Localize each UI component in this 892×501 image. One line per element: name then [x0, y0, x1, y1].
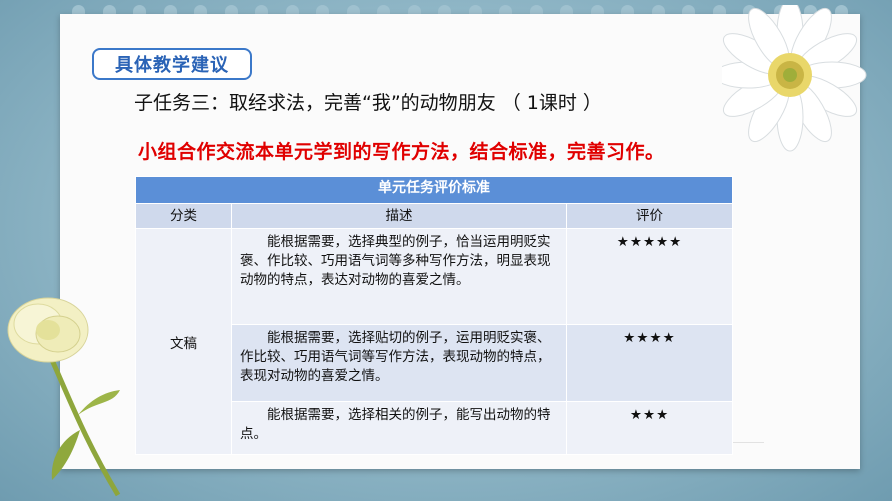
rating-stars: ★★★	[565, 401, 734, 455]
daisy-flower-icon	[722, 5, 867, 152]
category-cell: 文稿	[135, 228, 232, 455]
column-header-rating: 评价	[565, 203, 734, 229]
table-header-row: 分类 描述 评价	[135, 203, 734, 229]
table-title: 单元任务评价标准	[134, 176, 734, 204]
subtask-title: 子任务三：取经求法，完善“我”的动物朋友 （ 1课时 ）	[134, 92, 602, 114]
rating-stars: ★★★★★	[565, 228, 734, 325]
table-title-row: 单元任务评价标准	[134, 176, 734, 204]
rating-stars: ★★★★	[565, 324, 734, 402]
table-row: 文稿 能根据需要，选择典型的例子，恰当运用明贬实褒、作比较、巧用语气词等多种写作…	[135, 228, 734, 455]
evaluation-table: 单元任务评价标准 分类 描述 评价 文稿 能根据需要，选择典型的例子，恰当运用明…	[134, 176, 734, 455]
section-tag: 具体教学建议	[92, 48, 252, 80]
description-cell: 能根据需要，选择典型的例子，恰当运用明贬实褒、作比较、巧用语气词等多种写作方法，…	[231, 228, 567, 325]
instruction-text: 小组合作交流本单元学到的写作方法，结合标准，完善习作。	[138, 141, 665, 163]
column-header-category: 分类	[135, 203, 232, 229]
section-tag-label: 具体教学建议	[115, 55, 229, 76]
lisianthus-flower-icon	[7, 297, 121, 497]
column-header-description: 描述	[231, 203, 567, 229]
description-cell: 能根据需要，选择贴切的例子，运用明贬实褒、作比较、巧用语气词等写作方法，表现动物…	[231, 324, 567, 402]
description-cell: 能根据需要，选择相关的例子，能写出动物的特点。	[231, 401, 567, 455]
